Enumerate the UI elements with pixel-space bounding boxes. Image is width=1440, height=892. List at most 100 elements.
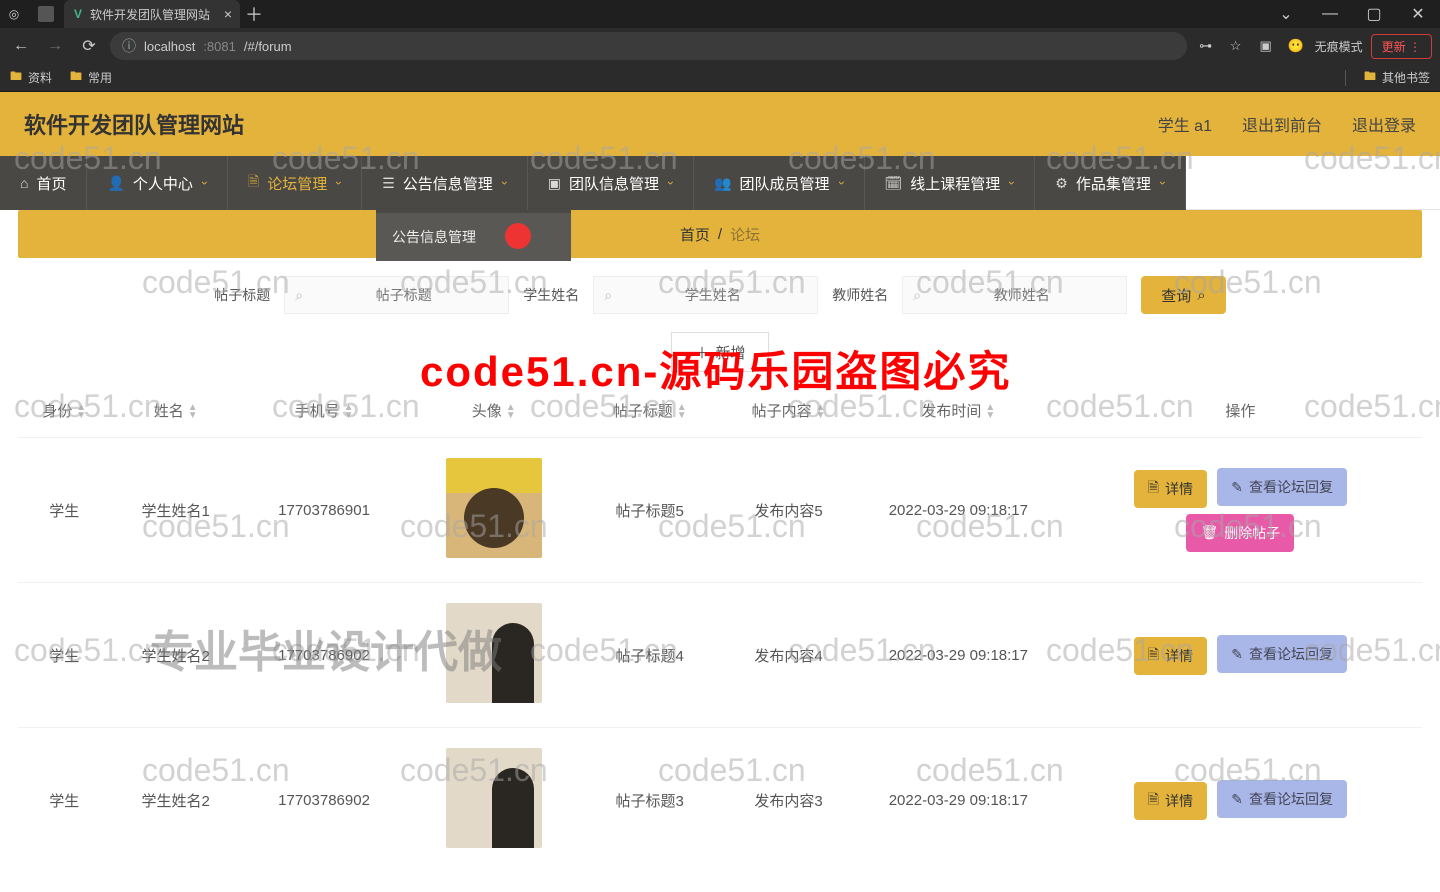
detail-button[interactable]: 🗎详情	[1134, 782, 1207, 820]
delete-button[interactable]: 🗑删除帖子	[1186, 514, 1294, 552]
user-icon: 👤	[107, 175, 124, 192]
filter-label-teacher: 教师姓名	[832, 285, 888, 305]
table-row: 学生 学生姓名2 17703786902 帖子标题4 发布内容4 2022-03…	[18, 583, 1422, 728]
close-window-icon[interactable]: ✕	[1396, 4, 1440, 24]
minimize-icon[interactable]: —	[1308, 5, 1352, 23]
cell-time: 2022-03-29 09:18:17	[858, 728, 1059, 873]
detail-button[interactable]: 🗎详情	[1134, 470, 1207, 508]
trash-icon: 🗑	[1200, 524, 1218, 541]
nav-team-members[interactable]: 👥团队成员管理	[694, 156, 864, 210]
forward-icon[interactable]: →	[42, 37, 68, 55]
folder-icon: 🖿	[70, 67, 82, 88]
maximize-icon[interactable]: ▢	[1352, 4, 1396, 24]
search-icon: ⌕	[1197, 287, 1205, 304]
th-name[interactable]: 姓名▲▼	[111, 384, 241, 438]
goto-front-link[interactable]: 退出到前台	[1242, 112, 1322, 136]
cursor-indicator-icon	[505, 223, 531, 249]
th-avatar[interactable]: 头像▲▼	[407, 384, 580, 438]
nav-forum[interactable]: 🗎论坛管理	[228, 156, 362, 210]
nav-profile[interactable]: 👤个人中心	[87, 156, 227, 210]
cell-name: 学生姓名2	[111, 728, 241, 873]
avatar	[446, 748, 542, 848]
th-content[interactable]: 帖子内容▲▼	[719, 384, 858, 438]
search-icon: ⌕	[913, 287, 921, 304]
th-actions: 操作	[1059, 384, 1422, 438]
url-host: localhost	[144, 39, 195, 54]
new-tab-button[interactable]: ＋	[240, 1, 268, 27]
browser-titlebar: ◎ V 软件开发团队管理网站 × ＋ ⌄ — ▢ ✕	[0, 0, 1440, 28]
cell-avatar	[407, 728, 580, 873]
detail-button[interactable]: 🗎详情	[1134, 637, 1207, 675]
plus-icon: ＋	[694, 342, 709, 363]
bookmark-item[interactable]: 🖿资料	[10, 67, 52, 88]
app-icon: ◎	[0, 0, 28, 28]
breadcrumb-current: 论坛	[730, 224, 760, 245]
th-role[interactable]: 身份▲▼	[18, 384, 111, 438]
blank-tab-icon[interactable]	[38, 6, 54, 22]
search-button[interactable]: 查询⌕	[1141, 276, 1225, 314]
user-label[interactable]: 学生 a1	[1158, 112, 1212, 136]
cell-title: 帖子标题3	[580, 728, 719, 873]
table-header-row: 身份▲▼ 姓名▲▼ 手机号▲▼ 头像▲▼ 帖子标题▲▼ 帖子内容▲▼ 发布时间▲…	[18, 384, 1422, 438]
view-replies-button[interactable]: ✎查看论坛回复	[1217, 468, 1347, 506]
data-table: 身份▲▼ 姓名▲▼ 手机号▲▼ 头像▲▼ 帖子标题▲▼ 帖子内容▲▼ 发布时间▲…	[18, 384, 1422, 872]
key-icon[interactable]: ⊶	[1195, 38, 1217, 54]
back-icon[interactable]: ←	[8, 37, 34, 55]
th-title[interactable]: 帖子标题▲▼	[580, 384, 719, 438]
cell-title: 帖子标题5	[580, 438, 719, 583]
incognito-icon: 😶	[1285, 38, 1307, 54]
view-replies-button[interactable]: ✎查看论坛回复	[1217, 780, 1347, 818]
update-button[interactable]: 更新 ⋮	[1371, 34, 1432, 59]
sort-icon: ▲▼	[985, 404, 995, 420]
extensions-icon[interactable]: ▣	[1255, 38, 1277, 54]
nav-online-course[interactable]: 🗓线上课程管理	[865, 156, 1036, 210]
sort-icon: ▲▼	[76, 404, 86, 420]
cell-content: 发布内容5	[719, 438, 858, 583]
square-icon: ▣	[548, 175, 561, 192]
table-row: 学生 学生姓名1 17703786901 帖子标题5 发布内容5 2022-03…	[18, 438, 1422, 583]
cell-time: 2022-03-29 09:18:17	[858, 438, 1059, 583]
site-info-icon[interactable]: ⓘ	[122, 36, 136, 56]
view-replies-button[interactable]: ✎查看论坛回复	[1217, 635, 1347, 673]
tab-title: 软件开发团队管理网站	[90, 6, 210, 23]
reload-icon[interactable]: ⟳	[76, 36, 102, 56]
nav-dropdown-menu: 公告信息管理	[376, 210, 571, 261]
cell-role: 学生	[18, 728, 111, 873]
list-icon: 🗎	[248, 171, 259, 195]
doc-icon: 🗎	[1148, 644, 1159, 668]
avatar	[446, 603, 542, 703]
th-phone[interactable]: 手机号▲▼	[241, 384, 407, 438]
people-icon: 👥	[714, 175, 731, 192]
add-button[interactable]: ＋新增	[671, 332, 768, 372]
nav-home[interactable]: ⌂首页	[0, 156, 87, 210]
dropdown-item-announcement[interactable]: 公告信息管理	[376, 213, 571, 261]
incognito-label: 无痕模式	[1315, 38, 1363, 55]
sort-icon: ▲▼	[344, 404, 354, 420]
cell-name: 学生姓名1	[111, 438, 241, 583]
breadcrumb-root[interactable]: 首页	[680, 224, 710, 245]
star-icon[interactable]: ☆	[1225, 38, 1247, 54]
cell-time: 2022-03-29 09:18:17	[858, 583, 1059, 728]
th-time[interactable]: 发布时间▲▼	[858, 384, 1059, 438]
url-field[interactable]: ⓘ localhost:8081/#/forum	[110, 32, 1187, 60]
filter-student-input[interactable]: ⌕	[593, 276, 818, 314]
url-path: /#/forum	[244, 39, 292, 54]
bookmark-item[interactable]: 🖿常用	[70, 67, 112, 88]
filter-title-input[interactable]: ⌕	[284, 276, 509, 314]
bookmarks-bar: 🖿资料 🖿常用 🖿其他书签	[0, 64, 1440, 92]
cell-content: 发布内容4	[719, 583, 858, 728]
calendar-icon: 🗓	[885, 175, 903, 192]
close-icon[interactable]: ×	[224, 6, 232, 22]
chevron-down-icon[interactable]: ⌄	[1264, 4, 1308, 24]
nav-announcement[interactable]: ☰公告信息管理	[362, 156, 528, 210]
avatar	[446, 458, 542, 558]
filter-teacher-input[interactable]: ⌕	[902, 276, 1127, 314]
gear-icon: ⚙	[1055, 175, 1068, 192]
nav-team-info[interactable]: ▣团队信息管理	[528, 156, 694, 210]
cell-role: 学生	[18, 583, 111, 728]
other-bookmarks[interactable]: 🖿其他书签	[1364, 67, 1430, 88]
nav-portfolio[interactable]: ⚙作品集管理	[1035, 156, 1186, 210]
browser-tab-active[interactable]: V 软件开发团队管理网站 ×	[64, 0, 240, 28]
logout-link[interactable]: 退出登录	[1352, 112, 1416, 136]
cell-name: 学生姓名2	[111, 583, 241, 728]
